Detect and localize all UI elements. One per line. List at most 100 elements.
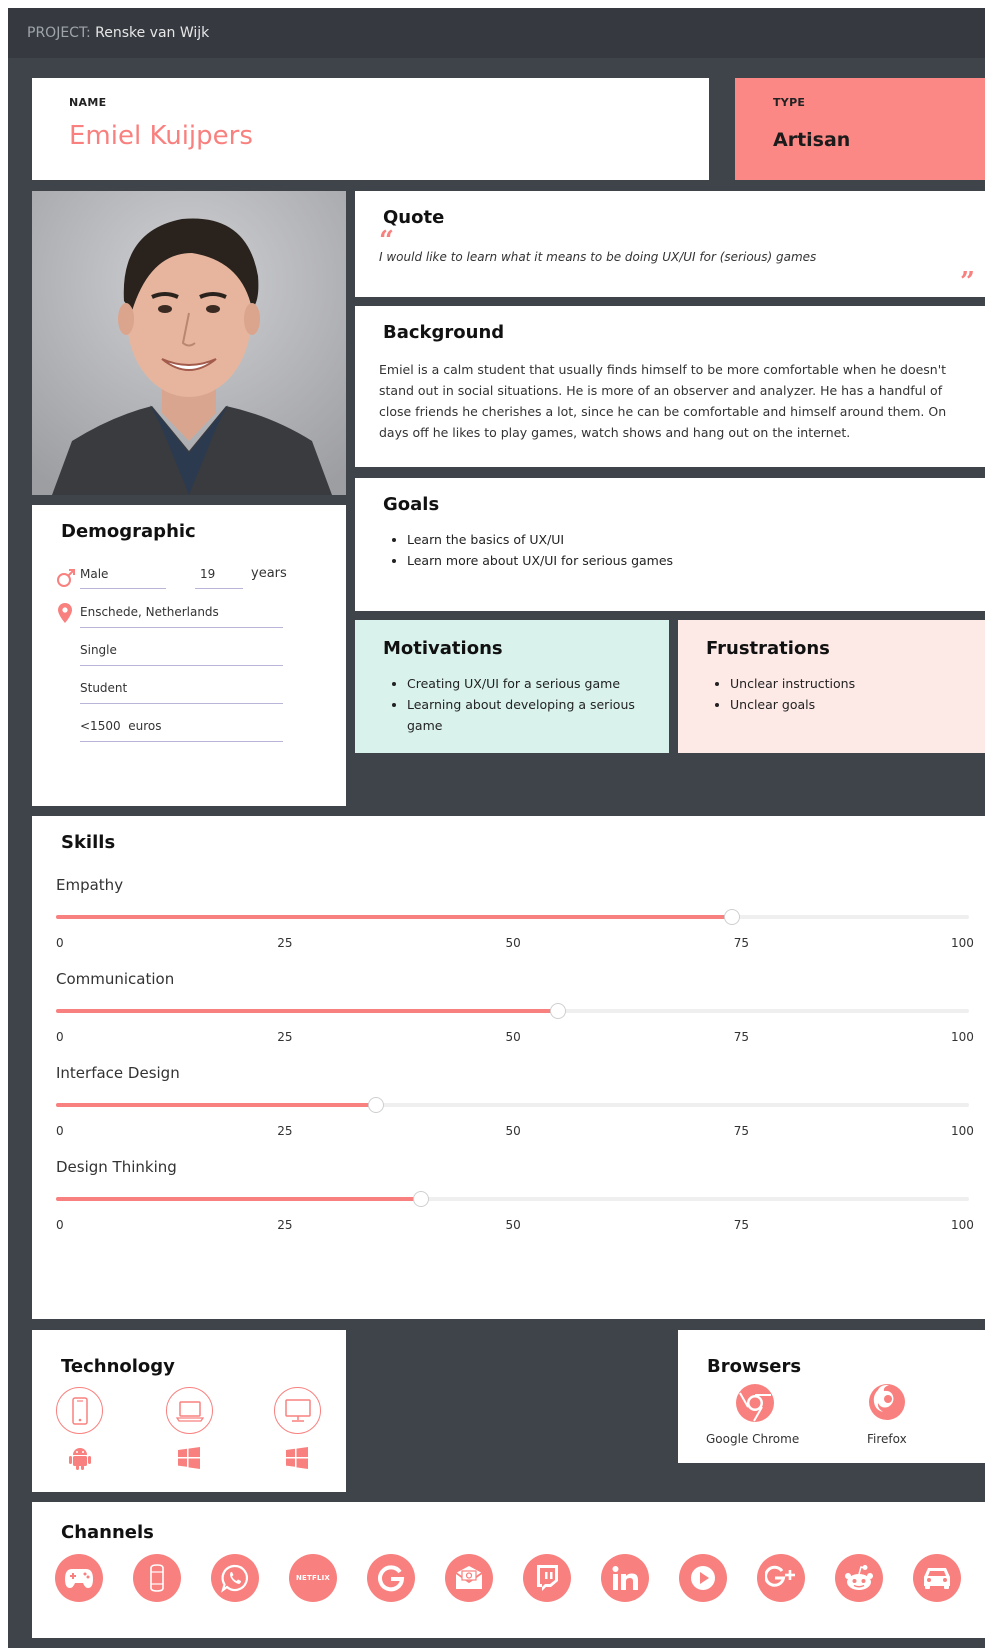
- skill-slider[interactable]: [56, 909, 969, 925]
- skill-tick-label: 25: [277, 1218, 293, 1232]
- age-underline: [195, 588, 243, 589]
- persona-frame: PROJECT: Renske van Wijk NAME Emiel Kuij…: [8, 8, 985, 1648]
- skill-label: Empathy: [56, 876, 124, 894]
- email-icon[interactable]: [445, 1554, 493, 1602]
- motivations-list: Creating UX/UI for a serious game Learni…: [379, 673, 649, 736]
- skill-slider-fill: [56, 915, 732, 919]
- youtube-icon[interactable]: [679, 1554, 727, 1602]
- android-icon: [69, 1448, 91, 1470]
- technology-title: Technology: [61, 1356, 175, 1377]
- whatsapp-icon[interactable]: [211, 1554, 259, 1602]
- skill-slider[interactable]: [56, 1097, 969, 1113]
- background-card: Background Emiel is a calm student that …: [355, 306, 985, 467]
- skills-card: Skills Empathy 0 25 50 75 100 Communication 0 25…: [32, 816, 985, 1319]
- skill-tick-label: 75: [733, 936, 750, 950]
- male-icon: [57, 569, 75, 587]
- persona-name: Emiel Kuijpers: [69, 121, 253, 151]
- relationship-field[interactable]: Single: [80, 643, 117, 657]
- google-plus-icon[interactable]: [757, 1554, 805, 1602]
- firefox-label: Firefox: [867, 1432, 907, 1446]
- skill-slider-fill: [56, 1009, 559, 1013]
- netflix-wordmark: NETFLIX: [295, 1574, 331, 1582]
- twitch-icon[interactable]: [523, 1554, 571, 1602]
- windows-icon: [178, 1447, 200, 1469]
- google-icon[interactable]: [367, 1554, 415, 1602]
- location-underline: [80, 627, 283, 628]
- technology-card: Technology: [32, 1330, 346, 1492]
- type-label: TYPE: [773, 96, 806, 109]
- browsers-title: Browsers: [707, 1356, 802, 1377]
- smartphone-icon: [56, 1387, 103, 1434]
- skill-label: Design Thinking: [56, 1158, 177, 1176]
- skill-slider-fill: [56, 1103, 376, 1107]
- skill-slider-thumb[interactable]: [723, 909, 740, 925]
- quote-title: Quote: [383, 207, 445, 228]
- skill-slider-thumb[interactable]: [367, 1097, 384, 1113]
- project-name: Renske van Wijk: [95, 25, 210, 41]
- firefox-icon[interactable]: [867, 1381, 907, 1421]
- skill-label: Communication: [56, 970, 175, 988]
- quote-open-mark: “: [379, 226, 394, 256]
- age-field[interactable]: 19: [200, 567, 215, 581]
- persona-photo: [32, 191, 346, 495]
- list-item: Unclear instructions: [730, 673, 965, 694]
- location-field[interactable]: Enschede, Netherlands: [80, 605, 219, 619]
- list-item: Learn more about UX/UI for serious games: [407, 550, 963, 571]
- quote-close-mark: ”: [960, 267, 975, 297]
- list-item: Learn the basics of UX/UI: [407, 529, 963, 550]
- income-field[interactable]: <1500 euros: [80, 719, 161, 733]
- occupation-field[interactable]: Student: [80, 681, 127, 695]
- list-item: Learning about developing a serious game: [407, 694, 649, 736]
- skill-tick-label: 25: [277, 1124, 293, 1138]
- skill-tick-label: 100: [951, 936, 974, 950]
- skill-slider[interactable]: [56, 1003, 969, 1019]
- skill-tick-label: 100: [951, 1124, 974, 1138]
- location-pin-icon: [58, 603, 72, 623]
- gender-field[interactable]: Male: [80, 567, 108, 581]
- name-card: NAME Emiel Kuijpers: [32, 78, 709, 180]
- age-unit: years: [251, 566, 287, 581]
- persona-type: Artisan: [773, 129, 851, 151]
- chrome-label: Google Chrome: [706, 1432, 800, 1446]
- project-prefix: PROJECT:: [27, 25, 91, 41]
- gender-underline: [80, 588, 166, 589]
- background-title: Background: [383, 322, 505, 343]
- laptop-icon: [166, 1387, 213, 1434]
- chrome-icon[interactable]: [735, 1383, 775, 1423]
- frustrations-card: Frustrations Unclear instructions Unclea…: [678, 620, 985, 753]
- skill-tick-label: 75: [733, 1124, 750, 1138]
- skill-tick-label: 75: [733, 1030, 750, 1044]
- name-label: NAME: [69, 96, 107, 109]
- skill-slider-thumb[interactable]: [550, 1003, 567, 1019]
- skill-tick-label: 50: [505, 1030, 521, 1044]
- frustrations-list: Unclear instructions Unclear goals: [702, 673, 965, 715]
- desktop-icon: [274, 1387, 321, 1434]
- goals-title: Goals: [383, 494, 440, 515]
- portrait-image: [32, 191, 346, 495]
- skill-tick-label: 0: [56, 1124, 64, 1138]
- linkedin-icon[interactable]: [601, 1554, 649, 1602]
- occupation-underline: [80, 703, 283, 704]
- type-card: TYPE Artisan: [735, 78, 985, 180]
- motivations-title: Motivations: [383, 638, 503, 659]
- gamepad-icon[interactable]: [55, 1554, 103, 1602]
- skill-tick-label: 0: [56, 936, 64, 950]
- netflix-icon[interactable]: NETFLIX: [289, 1554, 337, 1602]
- list-item: Unclear goals: [730, 694, 965, 715]
- skills-title: Skills: [61, 832, 116, 853]
- skill-tick-label: 100: [951, 1030, 974, 1044]
- skill-label: Interface Design: [56, 1064, 180, 1082]
- reddit-icon[interactable]: [835, 1554, 883, 1602]
- project-bar: PROJECT: Renske van Wijk: [8, 8, 985, 58]
- skill-slider[interactable]: [56, 1191, 969, 1207]
- skill-tick-label: 0: [56, 1218, 64, 1232]
- skill-tick-label: 25: [277, 936, 293, 950]
- quote-card: Quote “ I would like to learn what it me…: [355, 191, 985, 297]
- browsers-card: Browsers Google Chrome Firefox: [678, 1330, 985, 1463]
- goals-card: Goals Learn the basics of UX/UI Learn mo…: [355, 478, 985, 611]
- car-icon[interactable]: [913, 1554, 961, 1602]
- skill-tick-label: 25: [277, 1030, 293, 1044]
- smart-speaker-icon[interactable]: [133, 1554, 181, 1602]
- skill-slider-thumb[interactable]: [413, 1191, 430, 1207]
- skill-slider-fill: [56, 1197, 422, 1201]
